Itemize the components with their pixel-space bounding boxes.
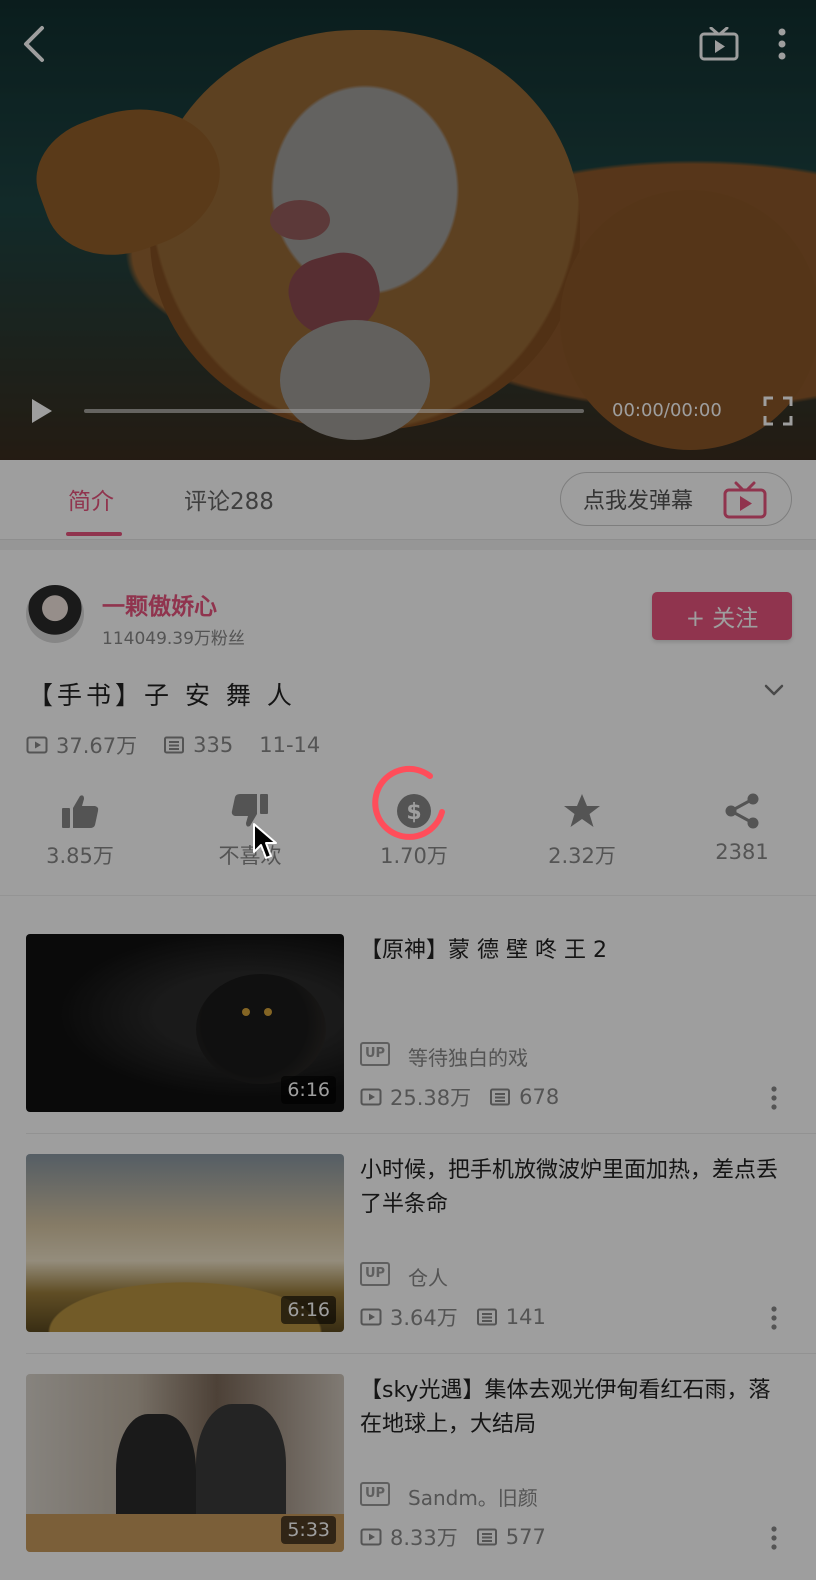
video-thumbnail[interactable]: 5:33 <box>26 1374 344 1552</box>
uploader-fans: 114049.39万粉丝 <box>102 629 245 649</box>
share-button[interactable]: 2381 <box>682 788 802 864</box>
play-icon <box>32 399 52 423</box>
danmaku-icon <box>490 1088 511 1106</box>
up-badge: UP <box>360 1482 390 1506</box>
danmaku-icon <box>476 1528 497 1546</box>
more-options-button[interactable] <box>770 24 794 64</box>
tv-icon <box>723 481 767 519</box>
more-vertical-icon <box>778 28 786 60</box>
list-item-more-button[interactable] <box>766 1304 782 1332</box>
publish-date: 11-14 <box>259 733 321 757</box>
view-count: 8.33万 <box>390 1526 458 1550</box>
thumbnail-detail <box>242 1008 250 1016</box>
video-title: 【手书】子 安 舞 人 <box>28 681 296 710</box>
divider <box>26 1133 816 1134</box>
uploader-name[interactable]: 一颗傲娇心 <box>102 587 217 621</box>
video-duration: 5:33 <box>281 1516 336 1544</box>
favorite-button[interactable]: 2.32万 <box>522 788 642 870</box>
section-gap <box>0 540 816 550</box>
up-badge: UP <box>360 1042 390 1066</box>
list-item-stats: 25.38万 678 <box>360 1082 577 1112</box>
thumbnail-cat <box>196 974 326 1084</box>
cast-tv-button[interactable] <box>698 26 740 62</box>
more-vertical-icon <box>771 1086 777 1110</box>
uploader-avatar[interactable] <box>26 585 84 643</box>
thumbs-up-icon <box>62 795 99 828</box>
danmaku-icon <box>164 736 185 754</box>
danmaku-count: 335 <box>193 733 234 757</box>
view-count: 3.64万 <box>390 1306 458 1330</box>
progress-bar[interactable] <box>84 409 584 413</box>
send-danmaku-button[interactable]: 点我发弹幕 <box>560 472 792 526</box>
video-thumbnail[interactable]: 6:16 <box>26 934 344 1112</box>
favorite-count: 2.32万 <box>548 844 616 868</box>
views-icon <box>360 1528 382 1546</box>
tab-comments[interactable]: 评论288 <box>184 482 274 516</box>
chevron-left-icon <box>24 26 44 62</box>
tab-intro[interactable]: 简介 <box>68 482 114 516</box>
list-item-title[interactable]: 【sky光遇】集体去观光伊甸看红石雨，落在地球上，大结局 <box>360 1374 790 1442</box>
list-item-stats: 3.64万 141 <box>360 1302 564 1332</box>
dislike-button[interactable]: 不喜欢 <box>190 788 310 870</box>
video-duration: 6:16 <box>281 1296 336 1324</box>
danmaku-count: 678 <box>519 1085 560 1109</box>
more-vertical-icon <box>771 1306 777 1330</box>
like-count: 3.85万 <box>46 844 114 868</box>
list-item-uploader[interactable]: 仓人 <box>408 1262 448 1291</box>
chevron-down-icon <box>764 684 784 696</box>
star-icon <box>564 794 600 827</box>
like-button[interactable]: 3.85万 <box>20 788 140 870</box>
up-badge: UP <box>360 1262 390 1286</box>
thumbnail-detail <box>264 1008 272 1016</box>
list-item-more-button[interactable] <box>766 1524 782 1552</box>
danmaku-count: 141 <box>505 1305 546 1329</box>
views-icon <box>360 1088 382 1106</box>
video-thumbnail[interactable]: 6:16 <box>26 1154 344 1332</box>
tab-indicator <box>66 532 122 536</box>
mouse-cursor-icon <box>253 823 277 859</box>
share-count: 2381 <box>715 840 769 864</box>
loading-spinner-icon <box>372 765 445 840</box>
divider <box>26 1353 816 1354</box>
video-player[interactable]: 00:00/00:00 <box>0 0 816 460</box>
danmaku-count: 577 <box>505 1525 546 1549</box>
tab-bar: 简介 评论288 点我发弹幕 <box>0 460 816 540</box>
view-count: 25.38万 <box>390 1086 472 1110</box>
share-icon <box>725 793 759 829</box>
coin-count: 1.70万 <box>380 844 448 868</box>
back-button[interactable] <box>14 22 54 66</box>
play-button[interactable] <box>24 392 60 430</box>
list-item-uploader[interactable]: Sandm。旧颜 <box>408 1482 538 1511</box>
follow-button[interactable]: + 关注 <box>652 592 792 640</box>
list-item[interactable]: 5:33 【sky光遇】集体去观光伊甸看红石雨，落在地球上，大结局 UP San… <box>0 1374 816 1580</box>
views-icon <box>26 736 48 754</box>
fullscreen-button[interactable] <box>760 392 796 430</box>
list-item-title[interactable]: 小时候，把手机放微波炉里面加热，差点丢了半条命 <box>360 1154 790 1222</box>
video-duration: 6:16 <box>281 1076 336 1104</box>
expand-description-button[interactable] <box>762 678 786 702</box>
playback-time: 00:00/00:00 <box>612 400 722 421</box>
list-item[interactable]: 6:16 小时候，把手机放微波炉里面加热，差点丢了半条命 UP 仓人 3.64万… <box>0 1154 816 1374</box>
video-stats: 37.67万 335 11-14 <box>26 730 346 760</box>
list-item-more-button[interactable] <box>766 1084 782 1112</box>
list-item-stats: 8.33万 577 <box>360 1522 564 1552</box>
danmaku-icon <box>476 1308 497 1326</box>
tv-icon <box>699 27 739 61</box>
more-vertical-icon <box>771 1526 777 1550</box>
list-item-uploader[interactable]: 等待独白的戏 <box>408 1042 528 1071</box>
views-icon <box>360 1308 382 1326</box>
fullscreen-icon <box>763 396 793 426</box>
send-danmaku-label: 点我发弹幕 <box>583 489 694 514</box>
list-item[interactable]: 6:16 【原神】蒙 德 壁 咚 王 2 UP 等待独白的戏 25.38万 67… <box>0 934 816 1154</box>
list-item-title[interactable]: 【原神】蒙 德 壁 咚 王 2 <box>360 934 790 968</box>
dislike-label: 不喜欢 <box>218 844 282 868</box>
view-count: 37.67万 <box>56 734 138 758</box>
video-dim <box>0 0 816 460</box>
